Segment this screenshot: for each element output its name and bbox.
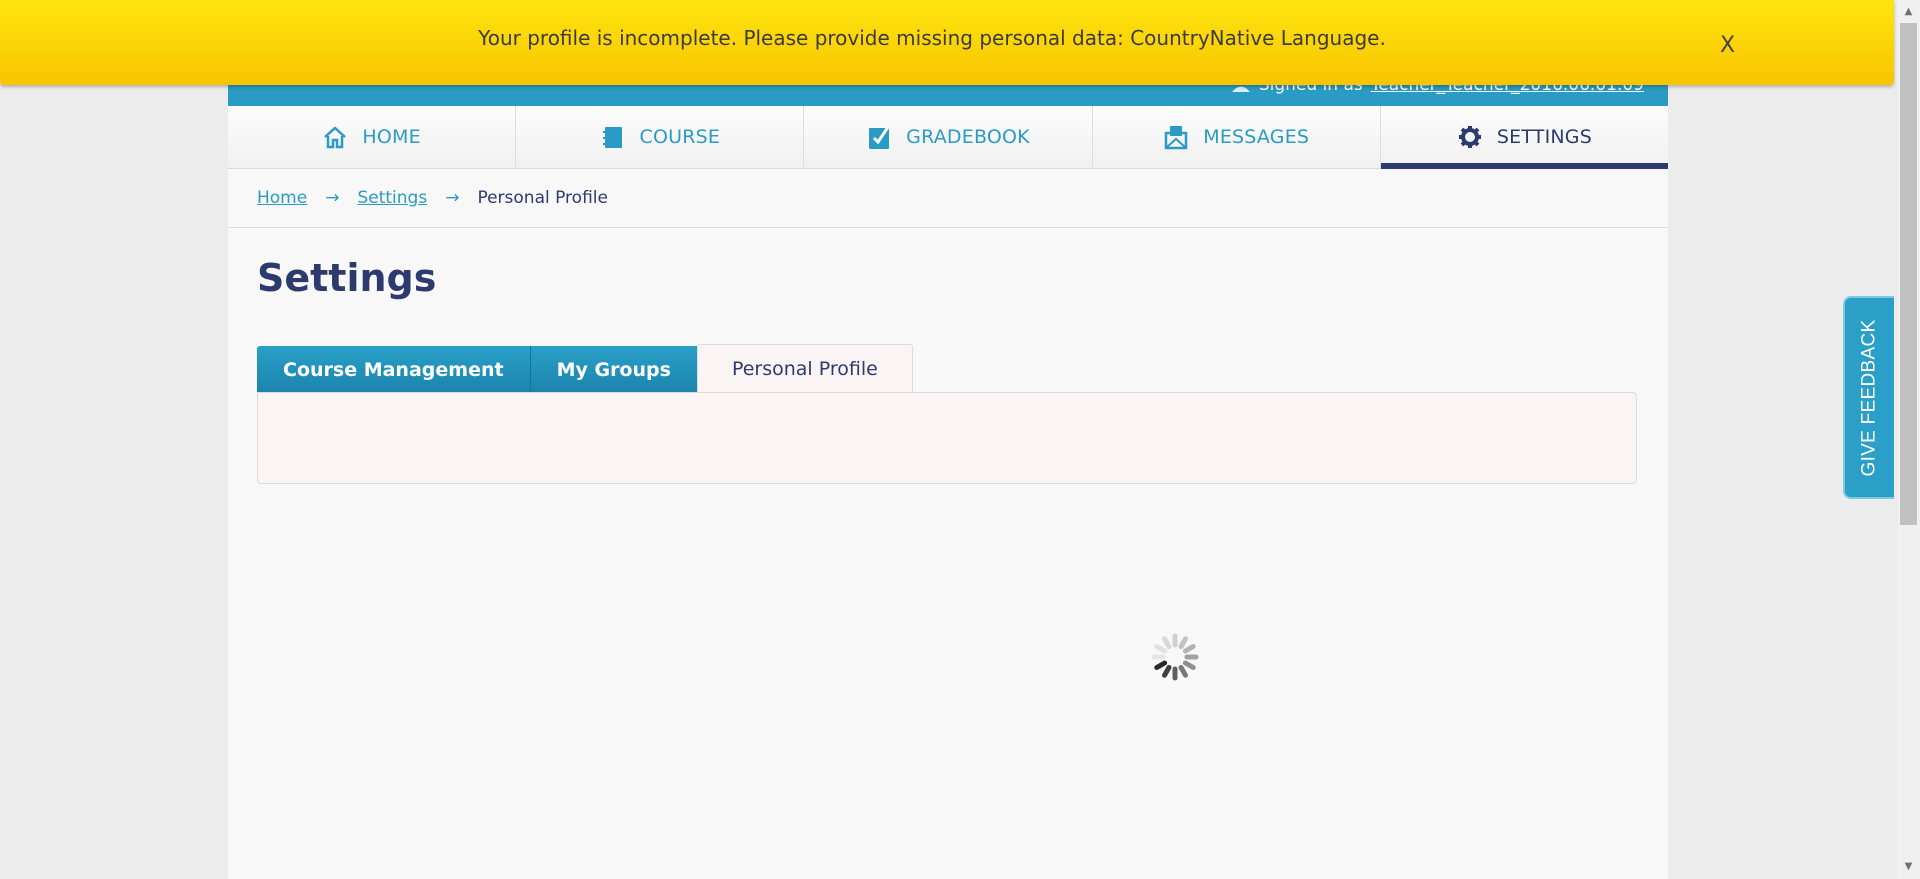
give-feedback-button[interactable]: GIVE FEEDBACK [1843,296,1894,499]
main-nav: HOME COURSE GRADEBOOK MESSAGES SETTINGS [228,106,1669,169]
book-icon [600,124,626,150]
tab-my-groups[interactable]: My Groups [530,346,697,393]
nav-item-home[interactable]: HOME [228,106,517,168]
breadcrumb: Home → Settings → Personal Profile [228,169,1668,228]
tab-course-management[interactable]: Course Management [257,346,531,393]
nav-label-course: COURSE [639,126,721,148]
breadcrumb-home-link[interactable]: Home [257,188,307,208]
gear-icon [1457,124,1483,150]
nav-item-course[interactable]: COURSE [516,106,805,168]
breadcrumb-settings-link[interactable]: Settings [357,188,427,208]
tab-personal-profile[interactable]: Personal Profile [696,344,913,393]
house-icon [322,124,348,150]
nav-label-messages: MESSAGES [1203,126,1310,148]
banner-close-button[interactable]: X [1720,33,1735,58]
breadcrumb-current: Personal Profile [477,188,608,208]
banner-message: Your profile is incomplete. Please provi… [478,26,1386,50]
envelope-icon [1163,124,1189,150]
nav-item-gradebook[interactable]: GRADEBOOK [804,106,1093,168]
nav-item-messages[interactable]: MESSAGES [1093,106,1381,168]
tab-panel [257,392,1637,484]
scroll-up-icon[interactable]: ▲ [1897,2,1920,22]
nav-label-home: HOME [362,126,421,148]
loading-spinner-icon [1150,632,1200,682]
scroll-down-icon[interactable]: ▼ [1897,857,1920,877]
scrollbar-thumb[interactable] [1900,23,1917,525]
settings-tabs: Course Management My Groups Personal Pro… [257,344,913,394]
checkbook-icon [866,124,892,150]
profile-incomplete-banner: Your profile is incomplete. Please provi… [0,0,1894,85]
feedback-label: GIVE FEEDBACK [1858,319,1880,476]
breadcrumb-separator: → [325,188,340,208]
vertical-scrollbar[interactable]: ▲ ▼ [1897,0,1920,879]
nav-item-settings[interactable]: SETTINGS [1380,106,1669,169]
nav-label-gradebook: GRADEBOOK [906,126,1030,148]
page-title: Settings [257,256,437,300]
breadcrumb-separator: → [445,188,460,208]
page-container: Signed in as Teacher_Teacher_2016.06.01.… [228,0,1669,879]
nav-label-settings: SETTINGS [1496,126,1592,148]
